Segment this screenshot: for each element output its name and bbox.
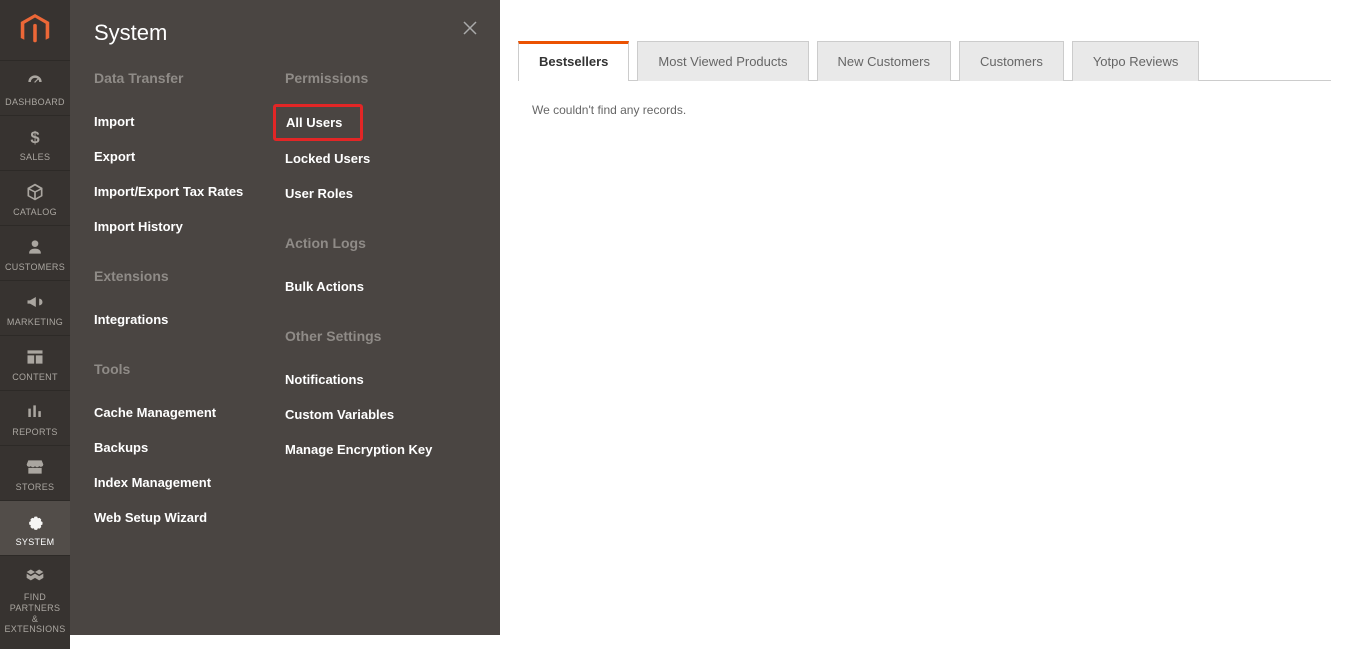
tab-yotpo-reviews[interactable]: Yotpo Reviews	[1072, 41, 1200, 81]
nav-item-reports[interactable]: REPORTS	[0, 390, 70, 445]
nav-label: CONTENT	[12, 372, 58, 382]
flyout-link-cache-management[interactable]: Cache Management	[94, 395, 285, 430]
flyout-close-button[interactable]	[458, 16, 482, 40]
nav-label: SALES	[20, 152, 51, 162]
tab-new-customers[interactable]: New Customers	[817, 41, 951, 81]
box-icon	[25, 181, 45, 203]
nav-item-system[interactable]: SYSTEM	[0, 500, 70, 555]
nav-label: FIND PARTNERS& EXTENSIONS	[0, 592, 70, 635]
flyout-column: PermissionsAll UsersLocked UsersUser Rol…	[285, 66, 476, 535]
flyout-link-custom-variables[interactable]: Custom Variables	[285, 397, 476, 432]
flyout-link-manage-encryption-key[interactable]: Manage Encryption Key	[285, 432, 476, 467]
svg-text:$: $	[30, 128, 40, 147]
nav-item-sales[interactable]: $ SALES	[0, 115, 70, 170]
flyout-heading-tools: Tools	[94, 361, 285, 377]
megaphone-icon	[25, 291, 45, 313]
layout-icon	[25, 346, 45, 368]
nav-label: STORES	[16, 482, 55, 492]
flyout-link-all-users[interactable]: All Users	[273, 104, 363, 141]
nav-item-catalog[interactable]: CATALOG	[0, 170, 70, 225]
close-icon	[462, 20, 478, 36]
admin-sidebar: DASHBOARD $ SALES CATALOG CUSTOMERS MARKETING…	[0, 0, 70, 649]
dashboard-tabs: BestsellersMost Viewed ProductsNew Custo…	[518, 40, 1331, 81]
tab-most-viewed-products[interactable]: Most Viewed Products	[637, 41, 808, 81]
flyout-link-user-roles[interactable]: User Roles	[285, 176, 476, 211]
flyout-link-import[interactable]: Import	[94, 104, 285, 139]
flyout-heading-action-logs: Action Logs	[285, 235, 476, 251]
flyout-link-import-export-tax-rates[interactable]: Import/Export Tax Rates	[94, 174, 285, 209]
flyout-link-bulk-actions[interactable]: Bulk Actions	[285, 269, 476, 304]
dollar-icon: $	[25, 126, 45, 148]
flyout-title: System	[70, 20, 500, 66]
main-content: BestsellersMost Viewed ProductsNew Custo…	[500, 0, 1349, 139]
magento-logo[interactable]	[0, 0, 70, 60]
nav-item-find-partners[interactable]: FIND PARTNERS& EXTENSIONS	[0, 555, 70, 643]
storefront-icon	[25, 456, 45, 478]
flyout-heading-other-settings: Other Settings	[285, 328, 476, 344]
flyout-link-integrations[interactable]: Integrations	[94, 302, 285, 337]
nav-label: CATALOG	[13, 207, 57, 217]
system-flyout: System Data Transfer ImportExportImport/E…	[70, 0, 500, 635]
nav-label: DASHBOARD	[5, 97, 65, 107]
tab-customers[interactable]: Customers	[959, 41, 1064, 81]
flyout-heading-extensions: Extensions	[94, 268, 285, 284]
person-icon	[25, 236, 45, 258]
nav-item-marketing[interactable]: MARKETING	[0, 280, 70, 335]
flyout-link-notifications[interactable]: Notifications	[285, 362, 476, 397]
flyout-link-web-setup-wizard[interactable]: Web Setup Wizard	[94, 500, 285, 535]
flyout-link-export[interactable]: Export	[94, 139, 285, 174]
flyout-column: Data Transfer ImportExportImport/Export T…	[94, 66, 285, 535]
nav-label: SYSTEM	[16, 537, 55, 547]
nav-label: CUSTOMERS	[5, 262, 65, 272]
nav-item-content[interactable]: CONTENT	[0, 335, 70, 390]
tab-content-empty: We couldn't find any records.	[518, 81, 1331, 139]
flyout-heading-data-transfer: Data Transfer	[94, 70, 285, 86]
nav-item-stores[interactable]: STORES	[0, 445, 70, 500]
gear-icon	[25, 511, 45, 533]
flyout-link-locked-users[interactable]: Locked Users	[285, 141, 476, 176]
nav-item-customers[interactable]: CUSTOMERS	[0, 225, 70, 280]
flyout-link-import-history[interactable]: Import History	[94, 209, 285, 244]
tab-bestsellers[interactable]: Bestsellers	[518, 41, 629, 81]
nav-label: MARKETING	[7, 317, 63, 327]
nav-label: REPORTS	[12, 427, 57, 437]
bars-icon	[25, 401, 45, 423]
flyout-link-index-management[interactable]: Index Management	[94, 465, 285, 500]
magento-logo-icon	[19, 14, 51, 46]
cubes-icon	[25, 566, 45, 588]
dashboard-icon	[25, 71, 45, 93]
nav-item-dashboard[interactable]: DASHBOARD	[0, 60, 70, 115]
flyout-link-backups[interactable]: Backups	[94, 430, 285, 465]
flyout-heading-permissions: Permissions	[285, 70, 476, 86]
